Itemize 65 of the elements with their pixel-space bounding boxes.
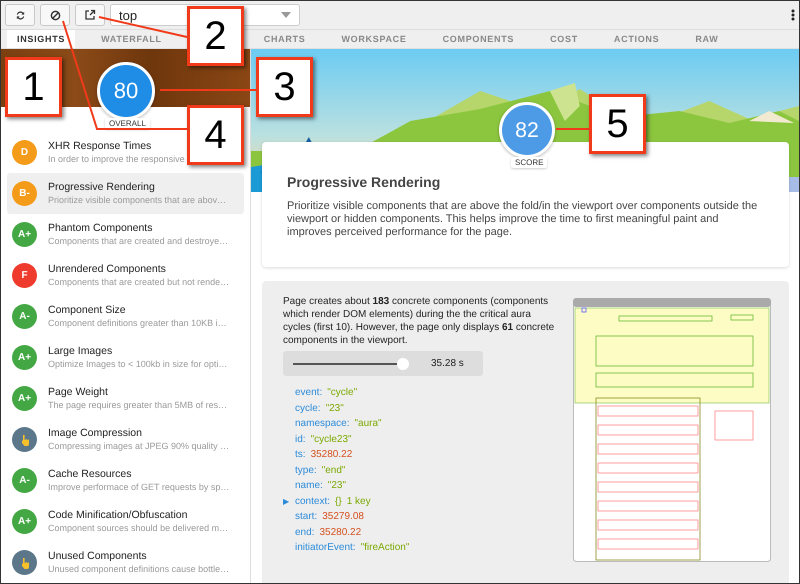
insight-title: Unused Components bbox=[48, 549, 148, 563]
score-label: SCORE bbox=[511, 157, 548, 168]
number-callout-tooltip: 1 bbox=[5, 57, 62, 117]
grade-badge: B- bbox=[12, 181, 37, 206]
overall-label: OVERALL bbox=[105, 118, 150, 129]
insight-title: Large Images bbox=[48, 344, 114, 358]
property-key: initiatorEvent: bbox=[295, 542, 356, 554]
insight-description: Optimize Images to < 100kb in size for opti… bbox=[48, 358, 228, 371]
property-count: 1 key bbox=[346, 496, 371, 507]
insight-description: Compressing images at JPEG 90% quality … bbox=[48, 440, 230, 453]
insight-title: Phantom Components bbox=[48, 221, 154, 235]
insight-title: Cache Resources bbox=[48, 467, 132, 481]
insight-title: Progressive Rendering bbox=[48, 180, 156, 194]
property-value: "aura" bbox=[354, 418, 382, 430]
insight-description: In order to improve the responsive bbox=[48, 153, 185, 166]
property-value: "23" bbox=[328, 480, 346, 492]
property-key: type: bbox=[295, 464, 317, 476]
grade-badge: F bbox=[12, 263, 37, 288]
grade-badge: D bbox=[12, 140, 37, 165]
grade-badge: A+ bbox=[12, 222, 37, 247]
grade-badge: A+ bbox=[12, 509, 37, 534]
insight-description: The page requires greater than 5MB of res… bbox=[48, 399, 228, 412]
insight-description: Components that are created but not rende… bbox=[48, 276, 230, 289]
grade-badge: A- bbox=[12, 468, 37, 493]
number-callout-tooltip: 2 bbox=[187, 6, 244, 66]
insight-title: Component Size bbox=[48, 303, 127, 317]
insight-title: Unrendered Components bbox=[48, 262, 167, 276]
grade-badge: A+ bbox=[12, 345, 37, 370]
property-key: ts: bbox=[295, 449, 306, 460]
property-key: event: bbox=[295, 387, 322, 398]
property-key: start: bbox=[295, 511, 318, 522]
summary-text: Page creates about 183 concrete components (components which render DOM elements) during the the critical aura cycles (first 10). However, the page only displays 61 concrete components in the viewport. bbox=[283, 295, 556, 347]
insight-title: Code Minification/Obfuscation bbox=[48, 508, 188, 522]
property-key: id: bbox=[295, 434, 306, 445]
property-value: {} bbox=[335, 496, 342, 507]
grade-badge: A+ bbox=[12, 386, 37, 411]
insight-heading: Progressive Rendering bbox=[287, 174, 442, 190]
property-value: "end" bbox=[322, 464, 346, 476]
property-value: "fireAction" bbox=[360, 542, 410, 554]
property-value: "cycle" bbox=[327, 387, 358, 398]
insight-title: XHR Response Times bbox=[48, 139, 152, 153]
property-value: 35280.22 bbox=[319, 526, 362, 538]
insight-description: Components that are created and destroye… bbox=[48, 235, 228, 248]
property-key: end: bbox=[295, 526, 314, 538]
property-key: context: bbox=[295, 496, 330, 507]
property-key: cycle: bbox=[295, 402, 321, 414]
insight-description: Component sources should be delivered m… bbox=[48, 522, 228, 535]
insight-description: Prioritize visible components that are abov… bbox=[48, 194, 226, 207]
property-key: name: bbox=[295, 480, 323, 492]
property-key: namespace: bbox=[295, 418, 350, 430]
grade-badge: A- bbox=[12, 304, 37, 329]
insight-title: Image Compression bbox=[48, 426, 143, 440]
property-value: 35280.22 bbox=[310, 449, 352, 460]
insight-title: Page Weight bbox=[48, 385, 109, 399]
number-callout-tooltip: 5 bbox=[589, 94, 646, 154]
insight-description: Improve performace of GET requests by sp… bbox=[48, 481, 230, 494]
slider-reading: 35.28 s bbox=[431, 358, 464, 369]
insight-description: Unused component definitions cause bottle… bbox=[48, 563, 230, 576]
insight-text: Prioritize visible components that are above the fold/in the viewport over components outside the viewport or hidden components. This helps improve the time to first meaningful paint and improves perceived performance for the page. bbox=[287, 200, 758, 239]
property-value: "cycle23" bbox=[310, 434, 352, 445]
property-value: "23" bbox=[326, 402, 344, 414]
insight-description: Component definitions greater than 10KB i… bbox=[48, 317, 227, 330]
number-callout-tooltip: 3 bbox=[256, 57, 313, 117]
property-value: 35279.08 bbox=[322, 511, 364, 522]
number-callout-tooltip: 4 bbox=[187, 105, 244, 165]
